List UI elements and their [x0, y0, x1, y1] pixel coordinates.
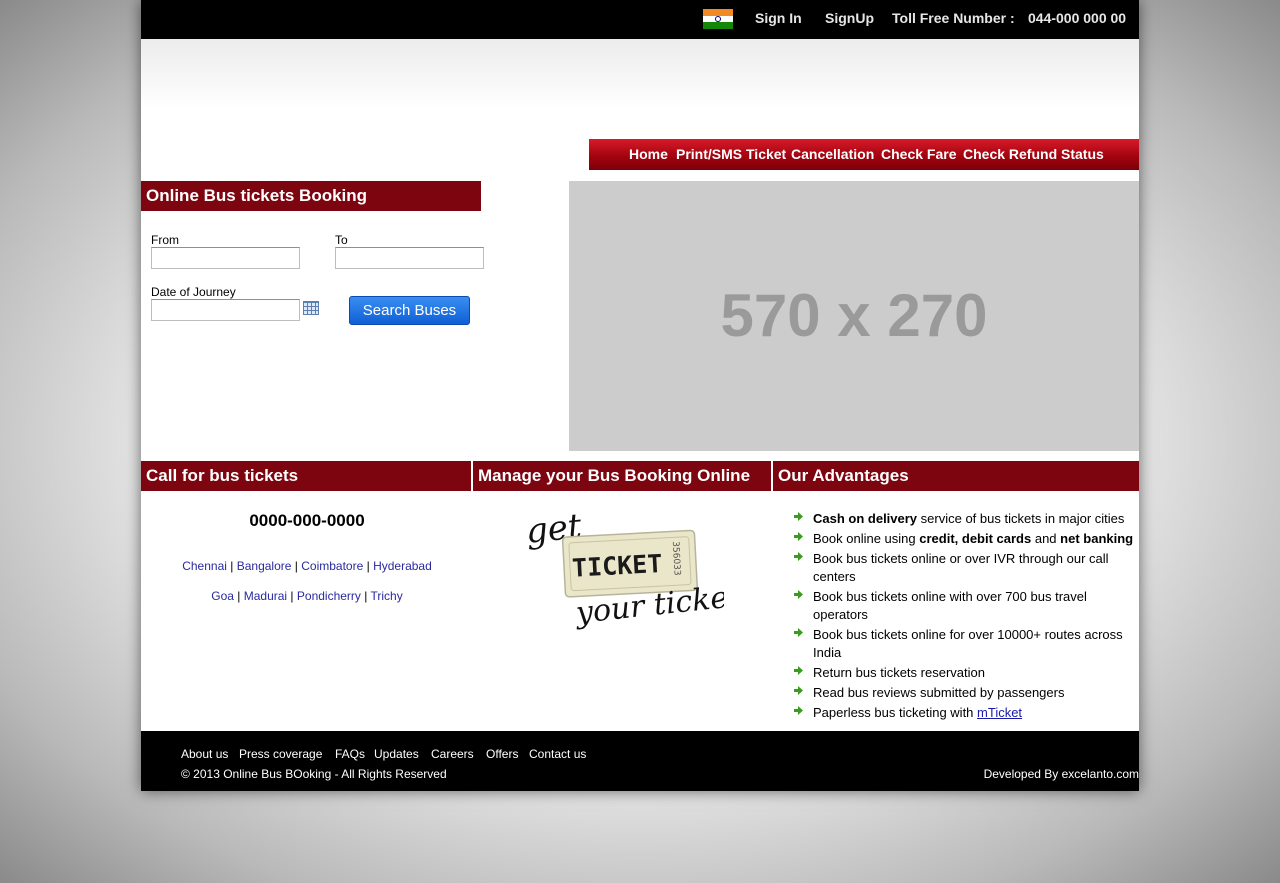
main-nav: Home Print/SMS Ticket Cancellation Check… — [589, 139, 1139, 170]
page-container: Sign In SignUp Toll Free Number : 044-00… — [141, 0, 1139, 791]
mticket-link[interactable]: mTicket — [977, 705, 1022, 720]
nav-print-sms-ticket[interactable]: Print/SMS Ticket — [676, 146, 786, 162]
footer-link-updates[interactable]: Updates — [374, 747, 419, 761]
footer-link-contact-us[interactable]: Contact us — [529, 747, 586, 761]
from-input[interactable] — [151, 247, 300, 269]
footer-link-careers[interactable]: Careers — [431, 747, 474, 761]
green-arrow-icon — [794, 532, 803, 541]
banner-placeholder: 570 x 270 — [569, 181, 1139, 451]
advantage-item: Book online using credit, debit cards an… — [791, 530, 1141, 548]
date-input[interactable] — [151, 299, 300, 321]
city-link-hyderabad[interactable]: Hyderabad — [373, 559, 432, 573]
india-flag-icon[interactable] — [703, 9, 733, 29]
city-link-bangalore[interactable]: Bangalore — [237, 559, 292, 573]
green-arrow-icon — [794, 706, 803, 715]
toll-free-number: 044-000 000 00 — [1028, 10, 1127, 26]
green-arrow-icon — [794, 628, 803, 637]
logo-ticket-number: 356033 — [670, 541, 682, 576]
copyright-text: © 2013 Online Bus BOoking - All Rights R… — [181, 767, 447, 781]
city-link-trichy[interactable]: Trichy — [371, 589, 403, 603]
advantage-item: Book bus tickets online for over 10000+ … — [791, 626, 1141, 662]
advantage-item: Return bus tickets reservation — [791, 664, 1141, 682]
header-area — [141, 39, 1139, 139]
signup-link[interactable]: SignUp — [825, 10, 874, 26]
footer: About us Press coverage FAQs Updates Car… — [141, 731, 1139, 791]
developer-credit: Developed By excelanto.com — [983, 767, 1139, 781]
nav-home[interactable]: Home — [629, 146, 668, 162]
advantage-item: Read bus reviews submitted by passengers — [791, 684, 1141, 702]
nav-cancellation[interactable]: Cancellation — [791, 146, 874, 162]
toll-free-label: Toll Free Number : — [892, 10, 1015, 26]
top-bar: Sign In SignUp Toll Free Number : 044-00… — [141, 0, 1139, 39]
advantage-item: Cash on delivery service of bus tickets … — [791, 510, 1141, 528]
date-label: Date of Journey — [151, 285, 236, 299]
advantages-section-title: Our Advantages — [773, 461, 1139, 491]
city-links-row-1: Chennai | Bangalore | Coimbatore | Hyder… — [182, 559, 432, 573]
to-input[interactable] — [335, 247, 484, 269]
footer-link-about-us[interactable]: About us — [181, 747, 228, 761]
logo-ticket-text: TICKET — [571, 549, 663, 583]
search-buses-button[interactable]: Search Buses — [349, 296, 470, 325]
city-links-row-2: Goa | Madurai | Pondicherry | Trichy — [211, 589, 403, 603]
get-ticket-logo: get TICKET 356033 your ticket — [524, 506, 724, 631]
manage-section-title: Manage your Bus Booking Online — [473, 461, 771, 491]
green-arrow-icon — [794, 686, 803, 695]
footer-link-faqs[interactable]: FAQs — [335, 747, 365, 761]
call-phone-number: 0000-000-0000 — [249, 511, 365, 530]
advantage-item: Book bus tickets online with over 700 bu… — [791, 588, 1141, 624]
advantage-item: Paperless bus ticketing with mTicket — [791, 704, 1141, 722]
advantage-item: Book bus tickets online or over IVR thro… — [791, 550, 1141, 586]
city-link-madurai[interactable]: Madurai — [244, 589, 287, 603]
to-label: To — [335, 233, 348, 247]
city-link-coimbatore[interactable]: Coimbatore — [301, 559, 363, 573]
signin-link[interactable]: Sign In — [755, 10, 802, 26]
footer-link-press-coverage[interactable]: Press coverage — [239, 747, 322, 761]
nav-check-fare[interactable]: Check Fare — [881, 146, 956, 162]
green-arrow-icon — [794, 512, 803, 521]
footer-link-offers[interactable]: Offers — [486, 747, 518, 761]
green-arrow-icon — [794, 666, 803, 675]
advantages-list: Cash on delivery service of bus tickets … — [791, 510, 1141, 724]
city-link-chennai[interactable]: Chennai — [182, 559, 227, 573]
calendar-icon[interactable] — [303, 301, 319, 315]
booking-title: Online Bus tickets Booking — [141, 181, 481, 211]
nav-check-refund-status[interactable]: Check Refund Status — [963, 146, 1104, 162]
city-link-pondicherry[interactable]: Pondicherry — [297, 589, 361, 603]
green-arrow-icon — [794, 552, 803, 561]
call-section-title: Call for bus tickets — [141, 461, 471, 491]
from-label: From — [151, 233, 179, 247]
green-arrow-icon — [794, 590, 803, 599]
city-link-goa[interactable]: Goa — [211, 589, 234, 603]
